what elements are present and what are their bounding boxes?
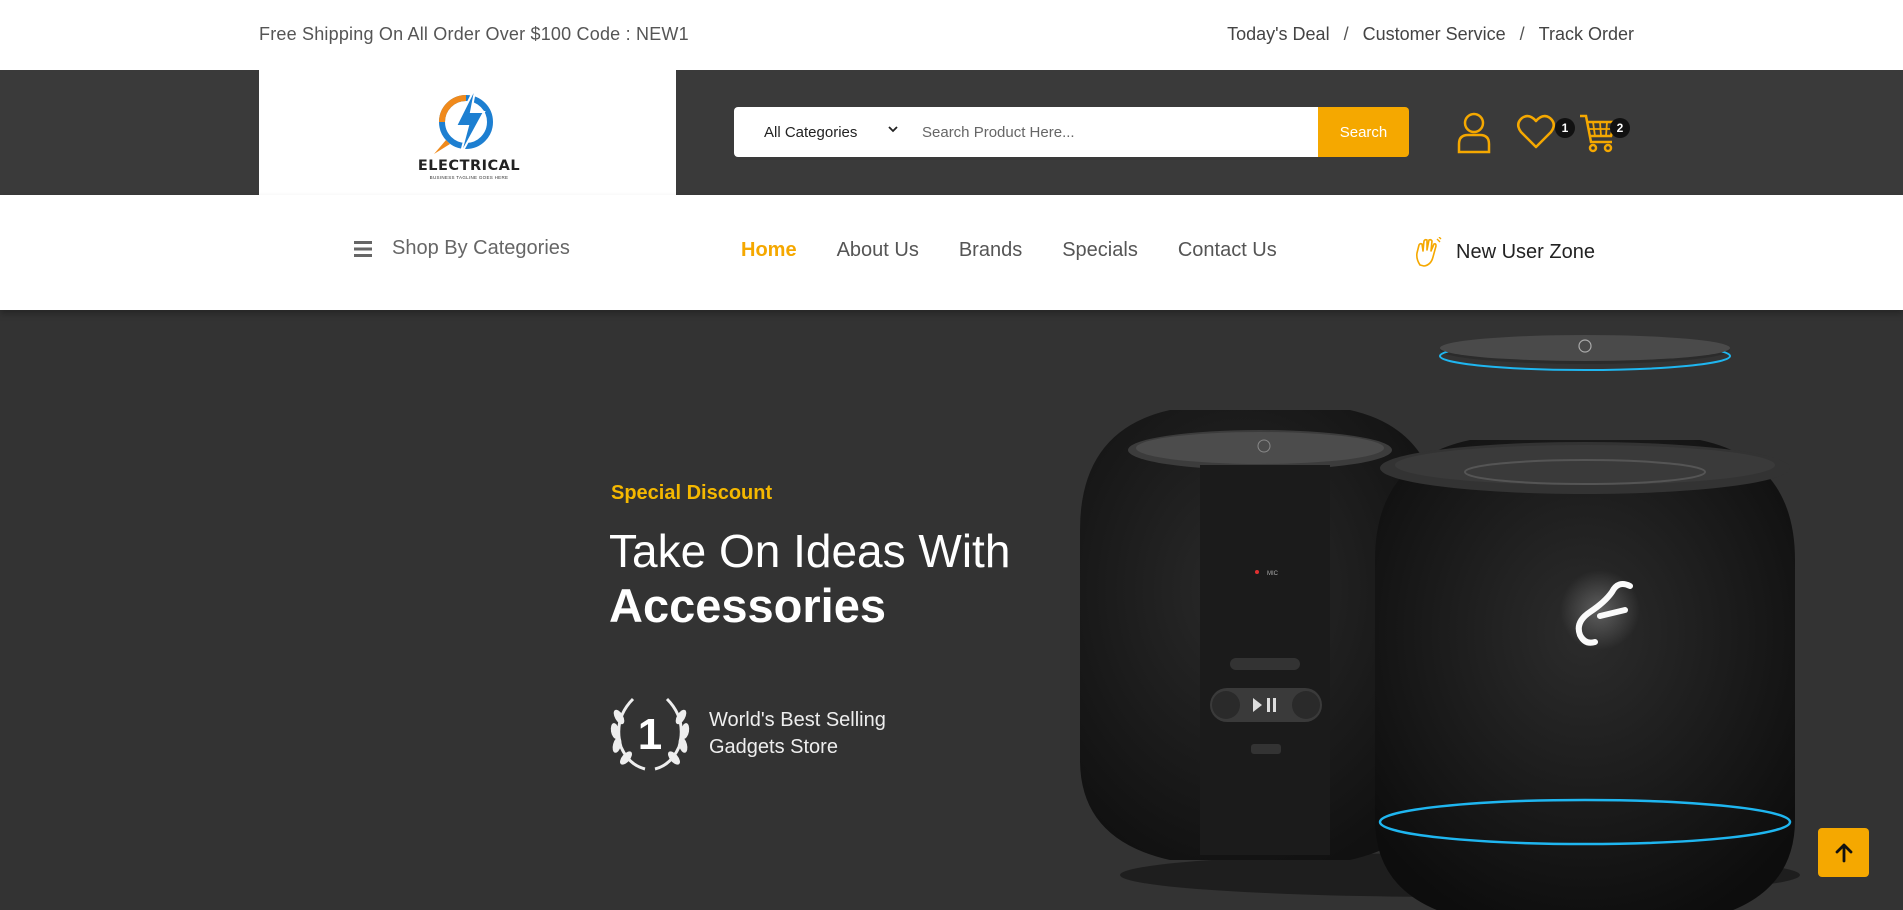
logo-text: ELECTRICAL (417, 158, 521, 174)
page: Free Shipping On All Order Over $100 Cod… (0, 0, 1903, 910)
top-bar: Free Shipping On All Order Over $100 Cod… (0, 0, 1903, 70)
nav-about-us[interactable]: About Us (837, 239, 919, 262)
award-number: 1 (638, 710, 662, 759)
shop-by-categories[interactable]: Shop By Categories (354, 237, 570, 260)
category-select-label: All Categories (764, 123, 858, 141)
customer-service-link[interactable]: Customer Service (1363, 24, 1506, 45)
shipping-promo: Free Shipping On All Order Over $100 Cod… (259, 24, 689, 44)
award-line-1: World's Best Selling (709, 709, 886, 731)
hamburger-icon (354, 240, 372, 257)
wishlist-count-badge: 1 (1555, 118, 1575, 138)
hero-title-bold: Accessories (609, 579, 886, 632)
scroll-to-top-button[interactable] (1818, 828, 1869, 877)
nav-contact-us[interactable]: Contact Us (1178, 239, 1277, 262)
hero-eyebrow: Special Discount (611, 482, 773, 504)
hero-title: Take On Ideas With (609, 525, 1011, 577)
header: ELECTRICAL BUSINESS TAGLINE GOES HERE Al… (0, 70, 1903, 195)
logo-tagline: BUSINESS TAGLINE GOES HERE (429, 175, 509, 180)
new-user-zone-label: New User Zone (1456, 240, 1595, 263)
todays-deal-link[interactable]: Today's Deal (1227, 24, 1330, 45)
new-user-zone[interactable]: New User Zone (1412, 237, 1595, 267)
laurel-icon: 1 (610, 697, 690, 771)
nav-home[interactable]: Home (741, 239, 797, 262)
search-button[interactable]: Search (1318, 107, 1409, 157)
heart-icon[interactable] (1516, 114, 1556, 150)
award-line-2: Gadgets Store (709, 736, 838, 758)
user-icon[interactable] (1456, 112, 1492, 154)
search-bar: All Categories Search (734, 107, 1409, 157)
chevron-down-icon (888, 126, 898, 133)
nav-specials[interactable]: Specials (1062, 239, 1138, 262)
hero-banner: Special Discount Take On Ideas With Acce… (0, 310, 1903, 910)
top-links: Today's Deal / Customer Service / Track … (1227, 24, 1634, 45)
nav-menu: Home About Us Brands Specials Contact Us (741, 239, 1277, 262)
nav-brands[interactable]: Brands (959, 239, 1022, 262)
logo-mark-icon (434, 85, 493, 157)
award: 1 World's Best Selling Gadgets Store (609, 695, 886, 773)
arrow-up-icon (1835, 843, 1852, 862)
separator: / (1519, 24, 1525, 44)
search-input[interactable] (912, 107, 1318, 157)
award-text: World's Best Selling Gadgets Store (709, 707, 886, 761)
speakers-image: MIC (1080, 335, 1800, 910)
svg-text:MIC: MIC (1267, 571, 1279, 577)
cart-count-badge: 2 (1610, 118, 1630, 138)
separator: / (1343, 24, 1349, 44)
main-nav: Shop By Categories Home About Us Brands … (0, 195, 1903, 310)
shop-by-categories-label: Shop By Categories (392, 237, 570, 259)
category-select[interactable]: All Categories (734, 107, 912, 157)
track-order-link[interactable]: Track Order (1539, 24, 1634, 45)
logo[interactable]: ELECTRICAL BUSINESS TAGLINE GOES HERE (259, 70, 676, 195)
waving-hand-icon (1416, 237, 1442, 267)
